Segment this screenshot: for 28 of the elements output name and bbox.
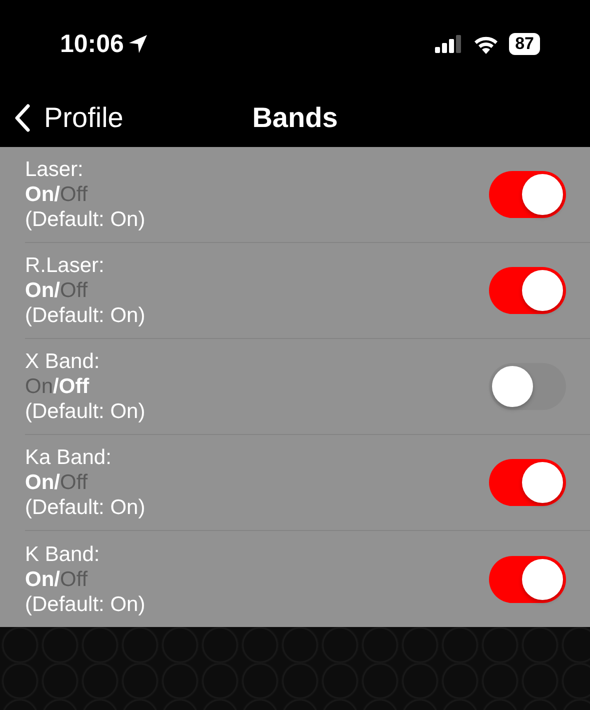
- toggle-switch[interactable]: [489, 556, 566, 602]
- back-button[interactable]: Profile: [0, 102, 124, 134]
- band-label: X Band:: [25, 349, 101, 374]
- default-text: (Default: On): [25, 207, 146, 232]
- band-label: Ka Band:: [25, 445, 112, 470]
- battery-indicator: 87: [509, 33, 540, 55]
- band-label: R.Laser:: [25, 253, 106, 278]
- band-label: Laser:: [25, 157, 84, 182]
- state-text: On/Off: [25, 470, 89, 495]
- toggle-switch[interactable]: [489, 363, 566, 410]
- default-text: (Default: On): [25, 399, 146, 424]
- toggle-switch[interactable]: [489, 171, 566, 218]
- back-chevron-icon: [14, 104, 30, 132]
- default-text: (Default: On): [25, 592, 146, 616]
- state-text: On/Off: [25, 374, 90, 399]
- toggle-switch[interactable]: [489, 459, 566, 506]
- location-arrow-icon: [128, 34, 148, 54]
- wifi-icon: [473, 34, 500, 54]
- default-text: (Default: On): [25, 495, 146, 520]
- toggle-switch[interactable]: [489, 267, 566, 314]
- default-text: (Default: On): [25, 303, 146, 328]
- screen-title: Bands: [251, 102, 339, 134]
- state-text: On/Off: [25, 566, 89, 592]
- status-time: 10:06: [60, 30, 124, 58]
- band-label: K Band:: [25, 542, 101, 566]
- state-text: On/Off: [25, 278, 89, 303]
- state-text: On/Off: [25, 182, 89, 207]
- signal-icon: [435, 35, 464, 53]
